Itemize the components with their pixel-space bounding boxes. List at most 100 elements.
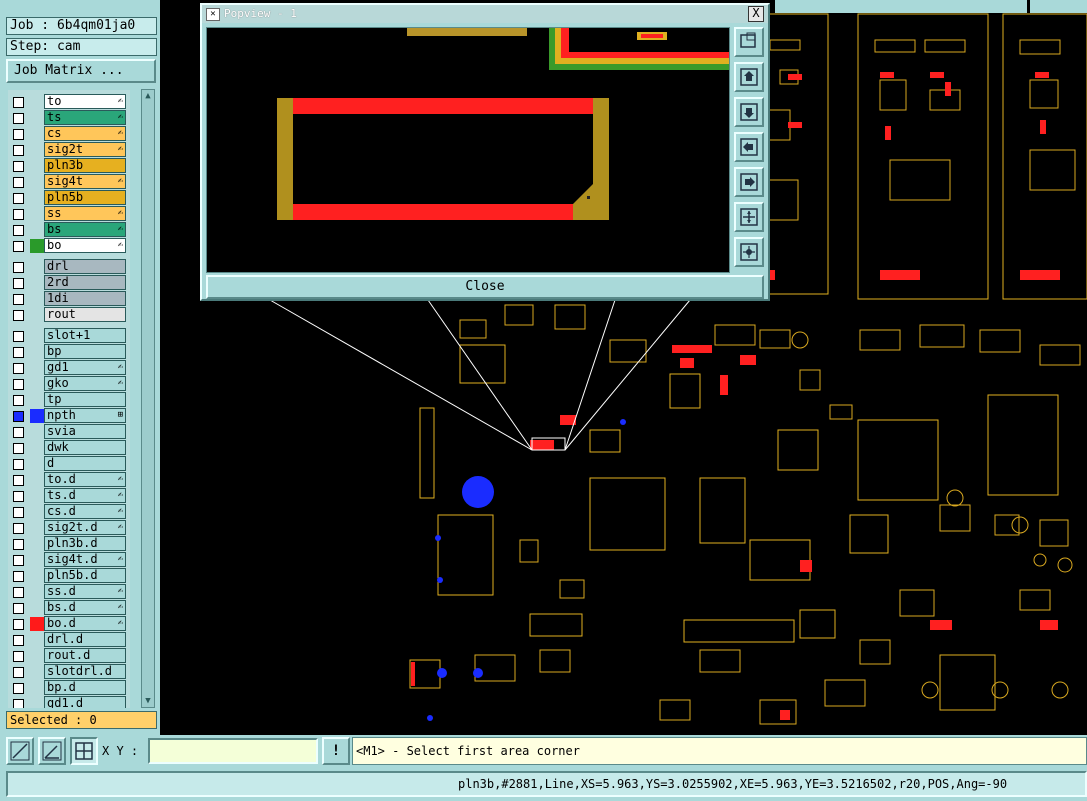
layer-name[interactable]: cs.d ✍ xyxy=(44,504,126,519)
popview-close-icon[interactable]: X xyxy=(748,6,764,22)
layer-row[interactable]: 1di xyxy=(8,291,130,307)
layer-name[interactable]: dwk xyxy=(44,440,126,455)
scroll-down-icon[interactable]: ▼ xyxy=(142,695,154,707)
layer-name[interactable]: slotdrl.d xyxy=(44,664,126,679)
layer-name[interactable]: sig4t.d ✍ xyxy=(44,552,126,567)
layer-checkbox[interactable] xyxy=(13,193,24,204)
popview-titlebar[interactable]: ✕ Popview - 1 X xyxy=(202,5,768,23)
layer-row[interactable]: sig2t.d ✍ xyxy=(8,520,130,536)
pan-left-button[interactable] xyxy=(734,132,764,162)
pan-right-button[interactable] xyxy=(734,167,764,197)
zoom-out-button[interactable] xyxy=(734,237,764,267)
layer-row[interactable]: bs ✍ xyxy=(8,222,130,238)
layer-row[interactable]: sig4t.d ✍ xyxy=(8,552,130,568)
layer-row[interactable]: 2rd xyxy=(8,275,130,291)
layer-name[interactable]: pln3b xyxy=(44,158,126,173)
layer-row[interactable]: drl xyxy=(8,259,130,275)
layer-name[interactable]: ss ✍ xyxy=(44,206,126,221)
zoom-home-button[interactable] xyxy=(734,27,764,57)
layer-row[interactable]: rout.d xyxy=(8,648,130,664)
layer-row[interactable]: drl.d xyxy=(8,632,130,648)
layer-checkbox[interactable] xyxy=(13,475,24,486)
layer-row[interactable]: ts ✍ xyxy=(8,110,130,126)
popview-canvas[interactable] xyxy=(206,27,730,273)
layer-checkbox[interactable] xyxy=(13,635,24,646)
layer-checkbox[interactable] xyxy=(13,310,24,321)
layer-row[interactable]: gd1 ✍ xyxy=(8,360,130,376)
layer-name[interactable]: bs.d ✍ xyxy=(44,600,126,615)
layer-checkbox[interactable] xyxy=(13,619,24,630)
layer-checkbox[interactable] xyxy=(13,683,24,694)
layer-name[interactable]: gd1 ✍ xyxy=(44,360,126,375)
layer-name[interactable]: bp.d xyxy=(44,680,126,695)
popview-close-button[interactable]: Close xyxy=(206,275,764,299)
layer-name[interactable]: ts ✍ xyxy=(44,110,126,125)
layer-row[interactable]: npth ⊞ xyxy=(8,408,130,424)
layer-row[interactable]: to ✍ xyxy=(8,94,130,110)
layer-checkbox[interactable] xyxy=(13,177,24,188)
layer-checkbox[interactable] xyxy=(13,555,24,566)
layer-checkbox[interactable] xyxy=(13,331,24,342)
layer-row[interactable]: tp xyxy=(8,392,130,408)
layer-name[interactable]: pln5b.d xyxy=(44,568,126,583)
layer-checkbox[interactable] xyxy=(13,459,24,470)
layer-checkbox[interactable] xyxy=(13,161,24,172)
layer-name[interactable]: tp xyxy=(44,392,126,407)
layer-name[interactable]: svia xyxy=(44,424,126,439)
layer-name[interactable]: 1di xyxy=(44,291,126,306)
layer-checkbox[interactable] xyxy=(13,443,24,454)
layer-name[interactable]: d xyxy=(44,456,126,471)
layer-row[interactable]: slotdrl.d xyxy=(8,664,130,680)
layer-checkbox[interactable] xyxy=(13,571,24,582)
layer-row[interactable]: cs.d ✍ xyxy=(8,504,130,520)
layer-name[interactable]: rout xyxy=(44,307,126,322)
layer-name[interactable]: sig2t ✍ xyxy=(44,142,126,157)
layer-checkbox[interactable] xyxy=(13,507,24,518)
layer-row[interactable]: pln3b.d xyxy=(8,536,130,552)
layer-checkbox[interactable] xyxy=(13,699,24,708)
layer-checkbox[interactable] xyxy=(13,209,24,220)
layer-checkbox[interactable] xyxy=(13,241,24,252)
layer-row[interactable]: ss.d ✍ xyxy=(8,584,130,600)
layer-row[interactable]: gd1.d xyxy=(8,696,130,708)
grid-snap-button[interactable] xyxy=(70,737,98,765)
layer-checkbox[interactable] xyxy=(13,262,24,273)
layer-checkbox[interactable] xyxy=(13,395,24,406)
layer-row[interactable]: sig2t ✍ xyxy=(8,142,130,158)
layer-name[interactable]: pln3b.d xyxy=(44,536,126,551)
layer-checkbox[interactable] xyxy=(13,667,24,678)
layer-name[interactable]: ss.d ✍ xyxy=(44,584,126,599)
layer-name[interactable]: bp xyxy=(44,344,126,359)
xy-coordinate-input[interactable] xyxy=(148,738,318,764)
layer-checkbox[interactable] xyxy=(13,113,24,124)
measure-tool-button[interactable] xyxy=(6,737,34,765)
layer-checkbox[interactable] xyxy=(13,379,24,390)
zoom-top-button[interactable] xyxy=(734,62,764,92)
layer-name[interactable]: drl.d xyxy=(44,632,126,647)
layer-name[interactable]: drl xyxy=(44,259,126,274)
layer-row[interactable]: slot+1 xyxy=(8,328,130,344)
layer-name[interactable]: to.d ✍ xyxy=(44,472,126,487)
layer-row[interactable]: bs.d ✍ xyxy=(8,600,130,616)
layer-checkbox[interactable] xyxy=(13,294,24,305)
layer-row[interactable]: d xyxy=(8,456,130,472)
layer-checkbox[interactable] xyxy=(13,523,24,534)
layer-row[interactable]: dwk xyxy=(8,440,130,456)
layer-row[interactable]: svia xyxy=(8,424,130,440)
layer-name[interactable]: bo.d ✍ xyxy=(44,616,126,631)
layer-name[interactable]: pln5b xyxy=(44,190,126,205)
layer-name[interactable]: 2rd xyxy=(44,275,126,290)
scroll-up-icon[interactable]: ▲ xyxy=(142,90,154,102)
layer-name[interactable]: rout.d xyxy=(44,648,126,663)
layer-row[interactable]: sig4t ✍ xyxy=(8,174,130,190)
layer-row[interactable]: bp xyxy=(8,344,130,360)
layer-checkbox[interactable] xyxy=(13,491,24,502)
layer-name[interactable]: cs ✍ xyxy=(44,126,126,141)
angle-tool-button[interactable] xyxy=(38,737,66,765)
layer-name[interactable]: to ✍ xyxy=(44,94,126,109)
layer-row[interactable]: bo.d ✍ xyxy=(8,616,130,632)
layer-name[interactable]: slot+1 xyxy=(44,328,126,343)
zoom-in-button[interactable] xyxy=(734,202,764,232)
layer-checkbox[interactable] xyxy=(13,278,24,289)
layer-checkbox[interactable] xyxy=(13,225,24,236)
